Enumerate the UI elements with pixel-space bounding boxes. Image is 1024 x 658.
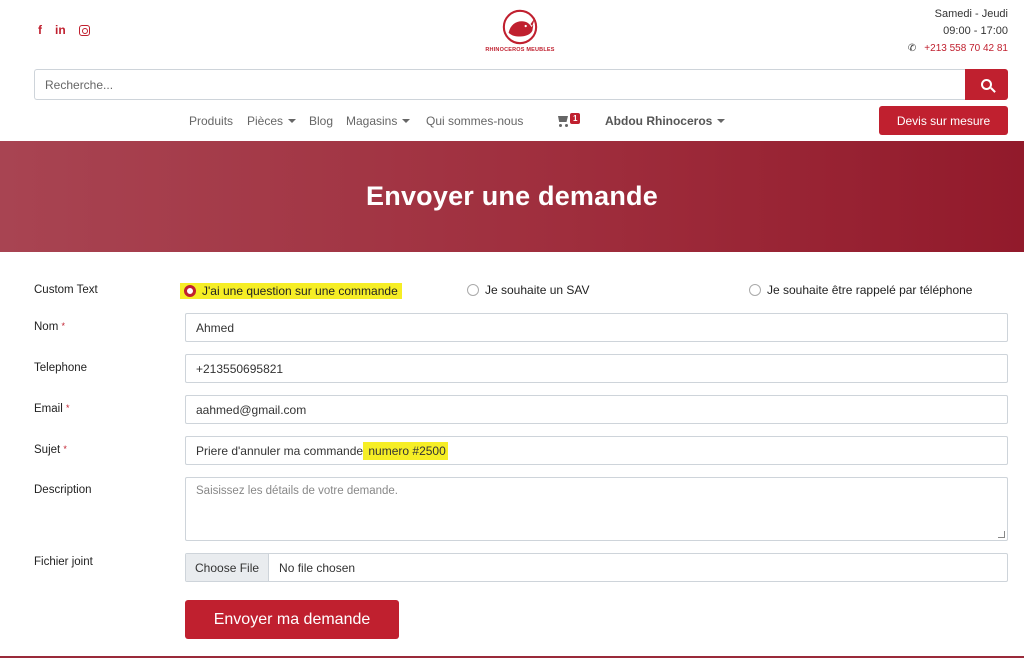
required-mark: *	[61, 321, 65, 331]
cart-count-badge: 1	[570, 113, 581, 124]
required-mark: *	[65, 403, 70, 413]
required-mark: *	[63, 444, 67, 454]
search-input[interactable]	[34, 69, 965, 100]
nom-label: Nom *	[34, 321, 65, 333]
facebook-icon[interactable]: f	[38, 24, 42, 36]
nav-item-magasins[interactable]: Magasins	[346, 114, 411, 128]
telephone-field[interactable]: +213550695821	[185, 354, 1008, 383]
opening-hours: Samedi - Jeudi 09:00 - 17:00 ✆ +213 558 …	[908, 6, 1008, 57]
nav-item-blog[interactable]: Blog	[309, 114, 333, 128]
radio-question-commande[interactable]: J'ai une question sur une commande	[180, 283, 402, 299]
sujet-text: Priere d'annuler ma commande	[196, 443, 364, 458]
nav-item-produits[interactable]: Produits	[189, 114, 233, 128]
user-menu[interactable]: Abdou Rhinoceros	[605, 114, 726, 128]
search-icon	[981, 79, 992, 90]
file-status: No file chosen	[279, 560, 356, 575]
linkedin-icon[interactable]: in	[55, 24, 66, 36]
rhino-logo-icon	[502, 9, 538, 45]
cart-link[interactable]: 1	[556, 113, 581, 127]
social-links: f in	[38, 24, 90, 36]
submit-button[interactable]: Envoyer ma demande	[185, 600, 399, 639]
radio-label: J'ai une question sur une commande	[202, 284, 398, 298]
choose-file-button[interactable]: Choose File	[186, 554, 270, 581]
chevron-down-icon	[717, 119, 726, 123]
hours-days: Samedi - Jeudi	[934, 8, 1008, 20]
description-textarea[interactable]: Saisissez les détails de votre demande.	[185, 477, 1008, 541]
instagram-icon[interactable]	[78, 24, 90, 36]
radio-icon	[467, 284, 479, 296]
telephone-label: Telephone	[34, 362, 88, 374]
site-logo[interactable]: RHINOCEROS MEUBLES	[484, 8, 556, 56]
custom-text-label: Custom Text	[34, 284, 98, 296]
radio-icon	[749, 284, 761, 296]
devis-sur-mesure-button[interactable]: Devis sur mesure	[879, 106, 1008, 135]
file-input[interactable]: Choose File No file chosen	[185, 553, 1008, 582]
description-placeholder: Saisissez les détails de votre demande.	[196, 485, 398, 497]
chevron-down-icon	[402, 119, 411, 123]
radio-label: Je souhaite un SAV	[485, 283, 590, 297]
radio-rappel-telephone[interactable]: Je souhaite être rappelé par téléphone	[749, 283, 972, 297]
resize-handle-icon[interactable]	[998, 531, 1005, 538]
radio-selected-icon	[184, 285, 196, 297]
logo-text: RHINOCEROS MEUBLES	[485, 47, 555, 53]
main-nav: Produits Pièces Blog Magasins Qui sommes…	[0, 110, 1024, 132]
search-button[interactable]	[965, 69, 1008, 100]
phone-contact[interactable]: ✆ +213 558 70 42 81	[908, 40, 1008, 57]
radio-label: Je souhaite être rappelé par téléphone	[767, 283, 973, 297]
file-label: Fichier joint	[34, 556, 93, 568]
nom-field[interactable]: Ahmed	[185, 313, 1008, 342]
search-bar	[34, 69, 1008, 100]
hours-time: 09:00 - 17:00	[943, 25, 1008, 37]
page-banner: Envoyer une demande	[0, 141, 1024, 252]
email-label: Email *	[34, 403, 70, 415]
nav-item-qui-sommes-nous[interactable]: Qui sommes-nous	[426, 114, 523, 128]
sujet-label: Sujet *	[34, 444, 67, 456]
phone-number: +213 558 70 42 81	[924, 43, 1008, 54]
description-label: Description	[34, 484, 92, 496]
email-field[interactable]: aahmed@gmail.com	[185, 395, 1008, 424]
sujet-field[interactable]: Priere d'annuler ma commande numero #250…	[185, 436, 1008, 465]
page-title: Envoyer une demande	[366, 181, 658, 211]
chevron-down-icon	[288, 119, 297, 123]
radio-sav[interactable]: Je souhaite un SAV	[467, 283, 590, 297]
sujet-highlight: numero #2500	[363, 441, 448, 460]
nav-item-pieces[interactable]: Pièces	[247, 114, 297, 128]
cart-icon	[556, 116, 569, 127]
phone-icon: ✆	[907, 43, 917, 54]
